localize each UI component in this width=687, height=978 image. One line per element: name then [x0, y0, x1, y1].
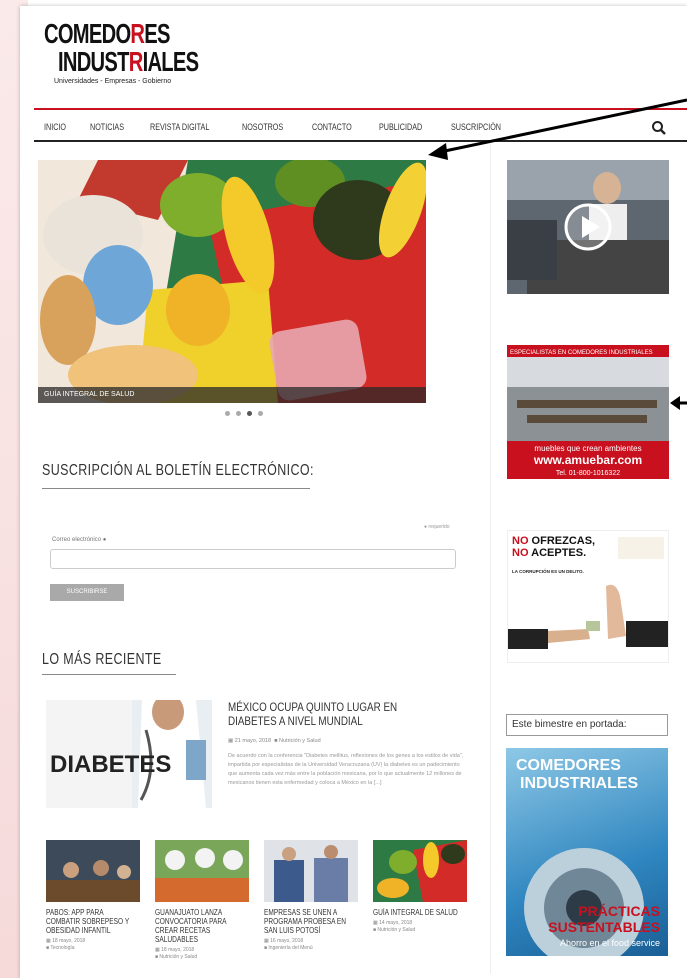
annotation-arrows — [428, 98, 687, 410]
